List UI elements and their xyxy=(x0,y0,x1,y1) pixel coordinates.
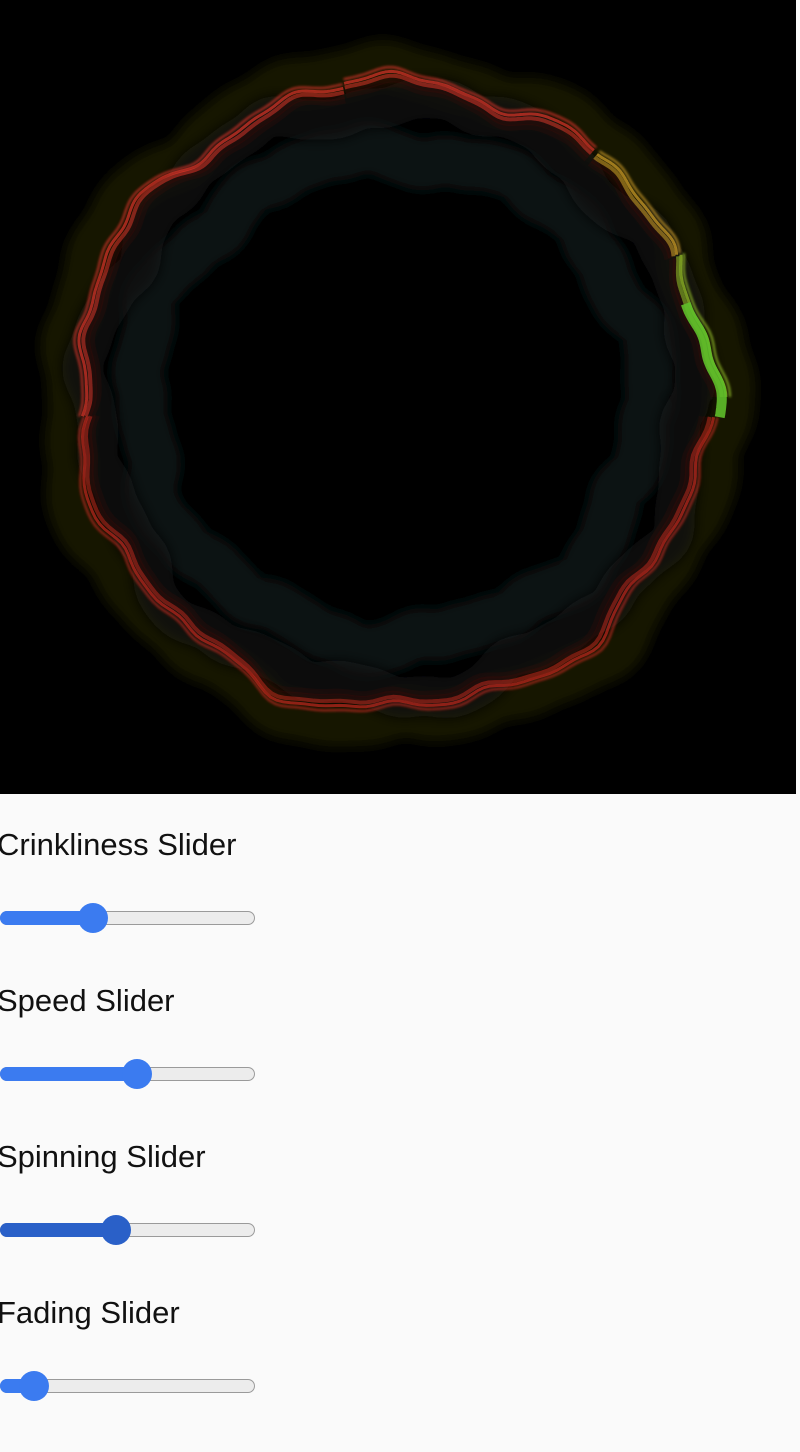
fading-control: Fading Slider xyxy=(0,1296,300,1426)
spinning-control: Spinning Slider xyxy=(0,1140,300,1270)
slider-fill xyxy=(0,1067,137,1081)
crinkliness-slider-label: Crinkliness Slider xyxy=(0,827,237,862)
spinning-slider-label: Spinning Slider xyxy=(0,1139,206,1174)
fading-slider-label: Fading Slider xyxy=(0,1295,180,1330)
ring-strokes xyxy=(40,39,756,747)
ring-stroke xyxy=(111,120,678,678)
slider-thumb[interactable] xyxy=(121,1059,152,1089)
crinkliness-control: Crinkliness Slider xyxy=(0,828,300,958)
fading-slider[interactable] xyxy=(0,1370,258,1404)
slider-panel: Crinkliness Slider Speed Slider Spinning… xyxy=(0,794,800,1452)
slider-fill xyxy=(0,1223,117,1237)
slider-thumb[interactable] xyxy=(18,1371,49,1401)
crinkliness-slider[interactable] xyxy=(0,902,258,936)
speed-slider[interactable] xyxy=(0,1058,258,1092)
spinning-slider[interactable] xyxy=(0,1214,258,1248)
animation-canvas xyxy=(0,0,796,794)
slider-thumb[interactable] xyxy=(101,1215,132,1245)
speed-control: Speed Slider xyxy=(0,984,300,1114)
slider-thumb[interactable] xyxy=(78,903,109,933)
speed-slider-label: Speed Slider xyxy=(0,983,175,1018)
crinkly-ring-visual xyxy=(40,39,756,747)
